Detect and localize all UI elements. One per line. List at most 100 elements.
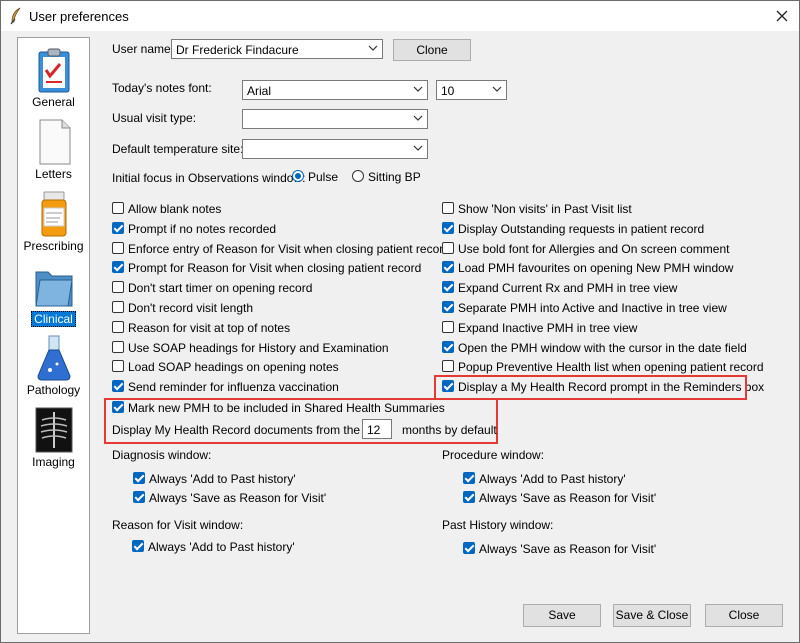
- sidebar-item-clinical[interactable]: Clinical: [18, 262, 89, 327]
- checkbox-label: Always 'Add to Past history': [148, 540, 295, 554]
- sidebar-item-prescribing[interactable]: Prescribing: [18, 190, 89, 253]
- focus-label: Initial focus in Observations window:: [112, 171, 306, 185]
- checkbox-box: [112, 340, 124, 353]
- temp-site-label: Default temperature site:: [112, 142, 244, 156]
- close-window-button[interactable]: [771, 5, 793, 27]
- flask-icon: [36, 335, 71, 381]
- checkbox-box: [133, 491, 145, 503]
- reason-section-title: Reason for Visit window:: [112, 518, 244, 532]
- checkbox-label: Mark new PMH to be included in Shared He…: [128, 401, 445, 415]
- checkbox-label: Use bold font for Allergies and On scree…: [458, 241, 730, 256]
- checkbox-label: Always 'Add to Past history': [149, 472, 296, 486]
- checkbox-label: Enforce entry of Reason for Visit when c…: [128, 241, 450, 256]
- checkbox-label: Load SOAP headings on opening notes: [128, 360, 339, 375]
- checkbox-label: Allow blank notes: [128, 202, 222, 216]
- radio-label: Pulse: [308, 170, 339, 184]
- sidebar-item-imaging[interactable]: Imaging: [18, 406, 89, 469]
- user-name-value: Dr Frederick Findacure: [176, 43, 299, 57]
- diagnosis-section-title: Diagnosis window:: [112, 448, 212, 462]
- chevron-down-icon: [368, 45, 378, 51]
- chevron-down-icon: [413, 145, 423, 151]
- save-close-button[interactable]: Save & Close: [613, 604, 691, 627]
- checkbox-box: [133, 472, 145, 484]
- chevron-down-icon: [413, 115, 423, 121]
- sidebar-item-letters[interactable]: Letters: [18, 118, 89, 181]
- pill-bottle-icon: [41, 191, 66, 237]
- checkbox-label: Prompt if no notes recorded: [128, 221, 277, 236]
- checkbox-box: [112, 281, 124, 294]
- visit-type-label: Usual visit type:: [112, 111, 197, 125]
- clone-button[interactable]: Clone: [393, 39, 471, 61]
- checkbox-box: [442, 261, 454, 274]
- sidebar-item-label: Letters: [35, 167, 72, 181]
- visit-type-select[interactable]: [242, 109, 428, 129]
- notes-font-value: Arial: [247, 84, 272, 98]
- checkbox-label: Show 'Non visits' in Past Visit list: [458, 202, 632, 216]
- sidebar-item-label: Pathology: [26, 383, 81, 397]
- checkbox-box: [463, 491, 475, 503]
- checkbox-box: [112, 360, 124, 373]
- checkbox-box: [442, 360, 454, 373]
- document-icon: [39, 119, 70, 165]
- checkbox-label: Always 'Save as Reason for Visit': [479, 542, 657, 556]
- sidebar-item-label: Imaging: [32, 455, 75, 469]
- checkbox-box: [112, 301, 124, 313]
- checkbox-label: Send reminder for influenza vaccination: [128, 380, 339, 395]
- checkbox-box: [442, 241, 454, 254]
- checkbox-box: [112, 202, 124, 214]
- user-preferences-window: User preferences General Letters Prescri…: [0, 0, 800, 643]
- checkbox-box: [463, 472, 475, 484]
- title-bar: User preferences: [1, 1, 799, 31]
- checkbox-box: [442, 281, 454, 294]
- radio-dot: [292, 170, 304, 182]
- checkbox-label: Prompt for Reason for Visit when closing…: [128, 261, 422, 276]
- checkbox-label: Separate PMH into Active and Inactive in…: [458, 301, 727, 315]
- chevron-down-icon: [413, 86, 423, 92]
- sidebar-item-label: Clinical: [31, 311, 76, 327]
- checkbox-label: Popup Preventive Health list when openin…: [458, 360, 764, 375]
- checkbox-box: [442, 320, 454, 333]
- checkbox-label: Always 'Add to Past history': [479, 472, 626, 486]
- save-button[interactable]: Save: [523, 604, 601, 627]
- radio-dot: [352, 170, 364, 182]
- notes-font-size-select[interactable]: 10: [436, 80, 507, 100]
- user-name-label: User name:: [112, 42, 175, 56]
- close-icon: [776, 10, 788, 22]
- checkbox-label: Display Outstanding requests in patient …: [458, 221, 705, 236]
- chevron-down-icon: [492, 86, 502, 92]
- close-button[interactable]: Close: [705, 604, 783, 627]
- radio-label: Sitting BP: [368, 170, 421, 184]
- notes-font-select[interactable]: Arial: [242, 80, 428, 100]
- temp-site-select[interactable]: [242, 139, 428, 159]
- sidebar-item-pathology[interactable]: Pathology: [18, 334, 89, 397]
- checkbox-label: Use SOAP headings for History and Examin…: [128, 340, 389, 355]
- category-sidebar: General Letters Prescribing Clinical Pat…: [17, 37, 90, 634]
- xray-icon: [35, 407, 72, 453]
- checkbox-box: [112, 380, 124, 393]
- checkbox-box: [112, 401, 124, 413]
- checkbox-label: Always 'Save as Reason for Visit': [479, 491, 657, 505]
- sidebar-item-label: General: [32, 95, 75, 109]
- clipboard-icon: [38, 48, 69, 93]
- checkbox-box: [112, 241, 124, 254]
- notes-font-size-value: 10: [441, 84, 455, 98]
- checkbox-box: [112, 221, 124, 234]
- checkbox-box: [463, 542, 475, 554]
- checkbox-box: [132, 540, 144, 552]
- checkbox-box: [442, 301, 454, 313]
- checkbox-label: Open the PMH window with the cursor in t…: [458, 340, 747, 355]
- notes-font-label: Today's notes font:: [112, 81, 212, 95]
- checkbox-label: Don't start timer on opening record: [128, 281, 313, 296]
- folder-icon: [34, 271, 73, 307]
- mhr-months-input[interactable]: 12: [362, 419, 392, 439]
- sidebar-item-general[interactable]: General: [18, 46, 89, 109]
- user-name-select[interactable]: Dr Frederick Findacure: [171, 39, 383, 59]
- window-title: User preferences: [29, 9, 129, 24]
- past-section-title: Past History window:: [442, 518, 554, 532]
- checkbox-box: [442, 340, 454, 353]
- checkbox-box: [442, 202, 454, 214]
- highlight-box-mhr-prompt: [434, 375, 747, 400]
- mhr-docs-suffix: months by default: [402, 423, 497, 437]
- checkbox-label: Load PMH favourites on opening New PMH w…: [458, 261, 734, 276]
- checkbox-label: Always 'Save as Reason for Visit': [149, 491, 327, 505]
